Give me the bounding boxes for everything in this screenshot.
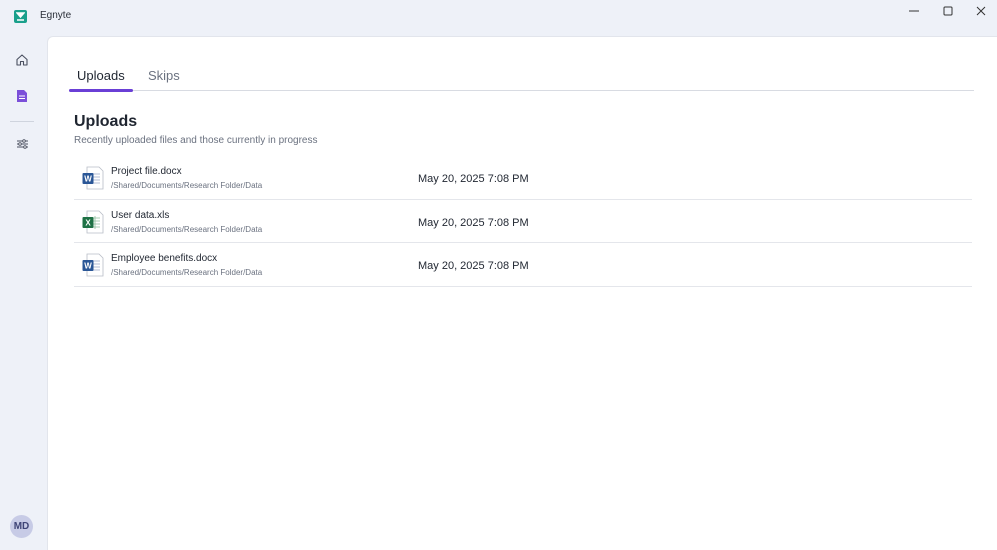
file-date: May 20, 2025 7:08 PM (418, 260, 529, 272)
title-bar: Egnyte (0, 0, 997, 36)
sidebar-divider (10, 121, 34, 122)
file-date: May 20, 2025 7:08 PM (418, 216, 529, 229)
svg-text:W: W (84, 175, 92, 184)
file-path: /Shared/Documents/Research Folder/Data (111, 181, 263, 190)
list-item[interactable]: W Employee benefits.docx /Shared/Documen… (74, 243, 972, 287)
sidebar: MD (0, 36, 46, 550)
sidebar-item-activity[interactable] (12, 86, 32, 106)
word-document-icon: W (82, 253, 104, 277)
word-document-icon: W (82, 166, 104, 190)
maximize-button[interactable] (931, 0, 965, 22)
svg-text:X: X (85, 218, 91, 227)
sidebar-item-settings[interactable] (12, 134, 32, 154)
file-name: Project file.docx (111, 166, 182, 177)
main-panel: Uploads Skips Uploads Recently uploaded … (47, 36, 997, 550)
close-icon (976, 6, 986, 16)
window-title: Egnyte (40, 10, 72, 21)
settings-sliders-icon (16, 139, 28, 149)
page-subtitle: Recently uploaded files and those curren… (74, 135, 318, 146)
tab-bar: Uploads Skips (69, 65, 974, 92)
document-icon (17, 90, 27, 102)
avatar[interactable]: MD (10, 515, 33, 538)
tab-uploads[interactable]: Uploads (69, 65, 133, 92)
file-date: May 20, 2025 7:08 PM (418, 173, 529, 185)
close-button[interactable] (964, 0, 997, 22)
home-icon (16, 54, 28, 66)
page-title: Uploads (74, 113, 138, 130)
list-item[interactable]: X User data.xls /Shared/Documents/Resear… (74, 200, 972, 243)
excel-spreadsheet-icon: X (82, 210, 104, 233)
upload-list: W Project file.docx /Shared/Documents/Re… (74, 156, 972, 287)
file-path: /Shared/Documents/Research Folder/Data (111, 268, 263, 277)
maximize-icon (943, 6, 953, 16)
egnyte-logo-icon (14, 10, 27, 23)
file-name: Employee benefits.docx (111, 253, 218, 264)
list-item[interactable]: W Project file.docx /Shared/Documents/Re… (74, 156, 972, 200)
file-name: User data.xls (111, 209, 170, 221)
file-path: /Shared/Documents/Research Folder/Data (111, 224, 263, 234)
sidebar-item-home[interactable] (12, 50, 32, 70)
svg-text:W: W (84, 262, 92, 271)
minimize-icon (909, 10, 919, 12)
tab-skips[interactable]: Skips (140, 65, 188, 91)
minimize-button[interactable] (897, 0, 931, 22)
